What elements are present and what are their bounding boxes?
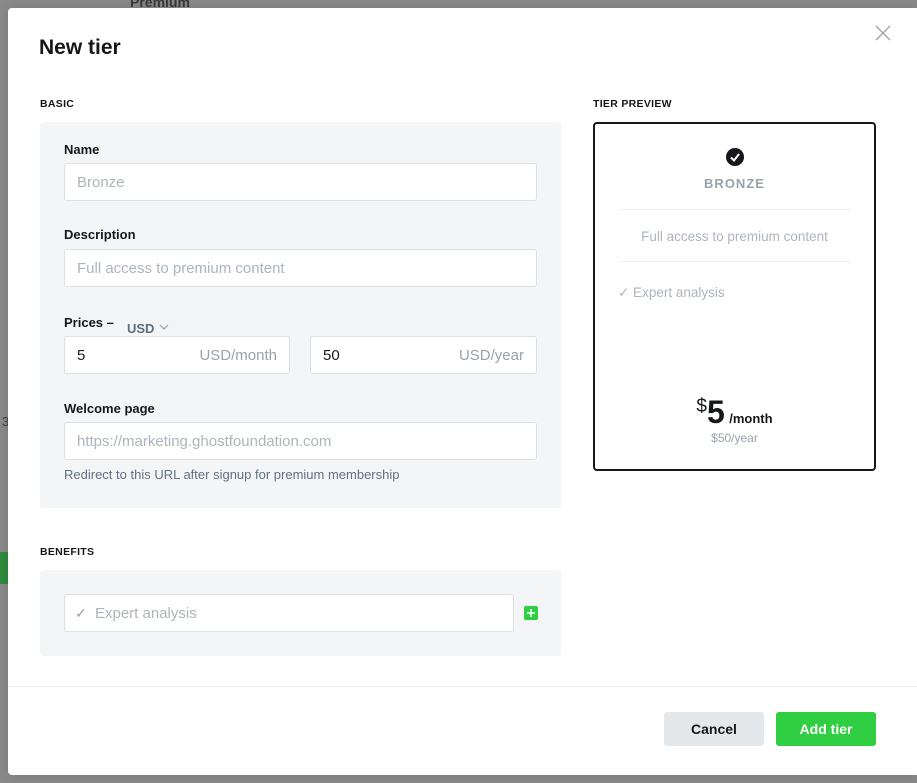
currency-value: USD bbox=[127, 321, 155, 336]
benefit-input[interactable]: ✓ Expert analysis bbox=[64, 594, 514, 632]
benefit-placeholder: Expert analysis bbox=[95, 605, 197, 622]
new-tier-modal: New tier BASIC Name Description Prices –… bbox=[8, 8, 917, 775]
monthly-price-value: 5 bbox=[77, 347, 86, 364]
yearly-price-value: 50 bbox=[323, 347, 340, 364]
yearly-price-input[interactable]: 50 USD/year bbox=[310, 336, 537, 374]
backdrop-green-bar bbox=[0, 552, 8, 584]
preview-price: $5 /month bbox=[595, 394, 874, 431]
yearly-price-unit: USD/year bbox=[458, 347, 524, 364]
monthly-price-unit: USD/month bbox=[199, 347, 277, 364]
name-label: Name bbox=[64, 142, 100, 157]
tier-preview-section-label: TIER PREVIEW bbox=[593, 98, 672, 110]
name-input[interactable] bbox=[64, 163, 537, 201]
preview-amount: 5 bbox=[707, 394, 725, 430]
chevron-down-icon bbox=[159, 324, 169, 330]
footer-divider bbox=[8, 686, 917, 687]
preview-alt-price: $50/year bbox=[711, 431, 758, 445]
preview-tier-name: BRONZE bbox=[704, 176, 765, 191]
preview-description: Full access to premium content bbox=[641, 229, 828, 244]
description-input[interactable] bbox=[64, 249, 537, 287]
preview-period: /month bbox=[729, 411, 773, 426]
check-icon: ✓ bbox=[75, 605, 87, 621]
cancel-button[interactable]: Cancel bbox=[664, 712, 764, 746]
add-tier-button[interactable]: Add tier bbox=[776, 712, 876, 746]
preview-divider bbox=[619, 209, 850, 210]
tier-preview-card: BRONZE Full access to premium content ✓ … bbox=[593, 122, 876, 471]
description-label: Description bbox=[64, 227, 136, 242]
modal-title: New tier bbox=[39, 36, 121, 59]
preview-benefit: ✓ Expert analysis bbox=[618, 285, 725, 300]
preview-currency-symbol: $ bbox=[696, 396, 707, 417]
monthly-price-input[interactable]: 5 USD/month bbox=[64, 336, 290, 374]
close-icon[interactable] bbox=[874, 24, 892, 42]
welcome-page-label: Welcome page bbox=[64, 401, 155, 416]
check-circle-icon bbox=[726, 148, 744, 166]
welcome-page-input[interactable] bbox=[64, 422, 537, 460]
currency-select[interactable]: USD bbox=[127, 321, 169, 336]
basic-section-label: BASIC bbox=[40, 98, 75, 110]
add-benefit-icon[interactable] bbox=[524, 606, 538, 620]
preview-divider bbox=[619, 261, 850, 262]
prices-label: Prices – bbox=[64, 315, 114, 330]
benefits-section-label: BENEFITS bbox=[40, 546, 95, 558]
welcome-page-hint: Redirect to this URL after signup for pr… bbox=[64, 467, 400, 482]
